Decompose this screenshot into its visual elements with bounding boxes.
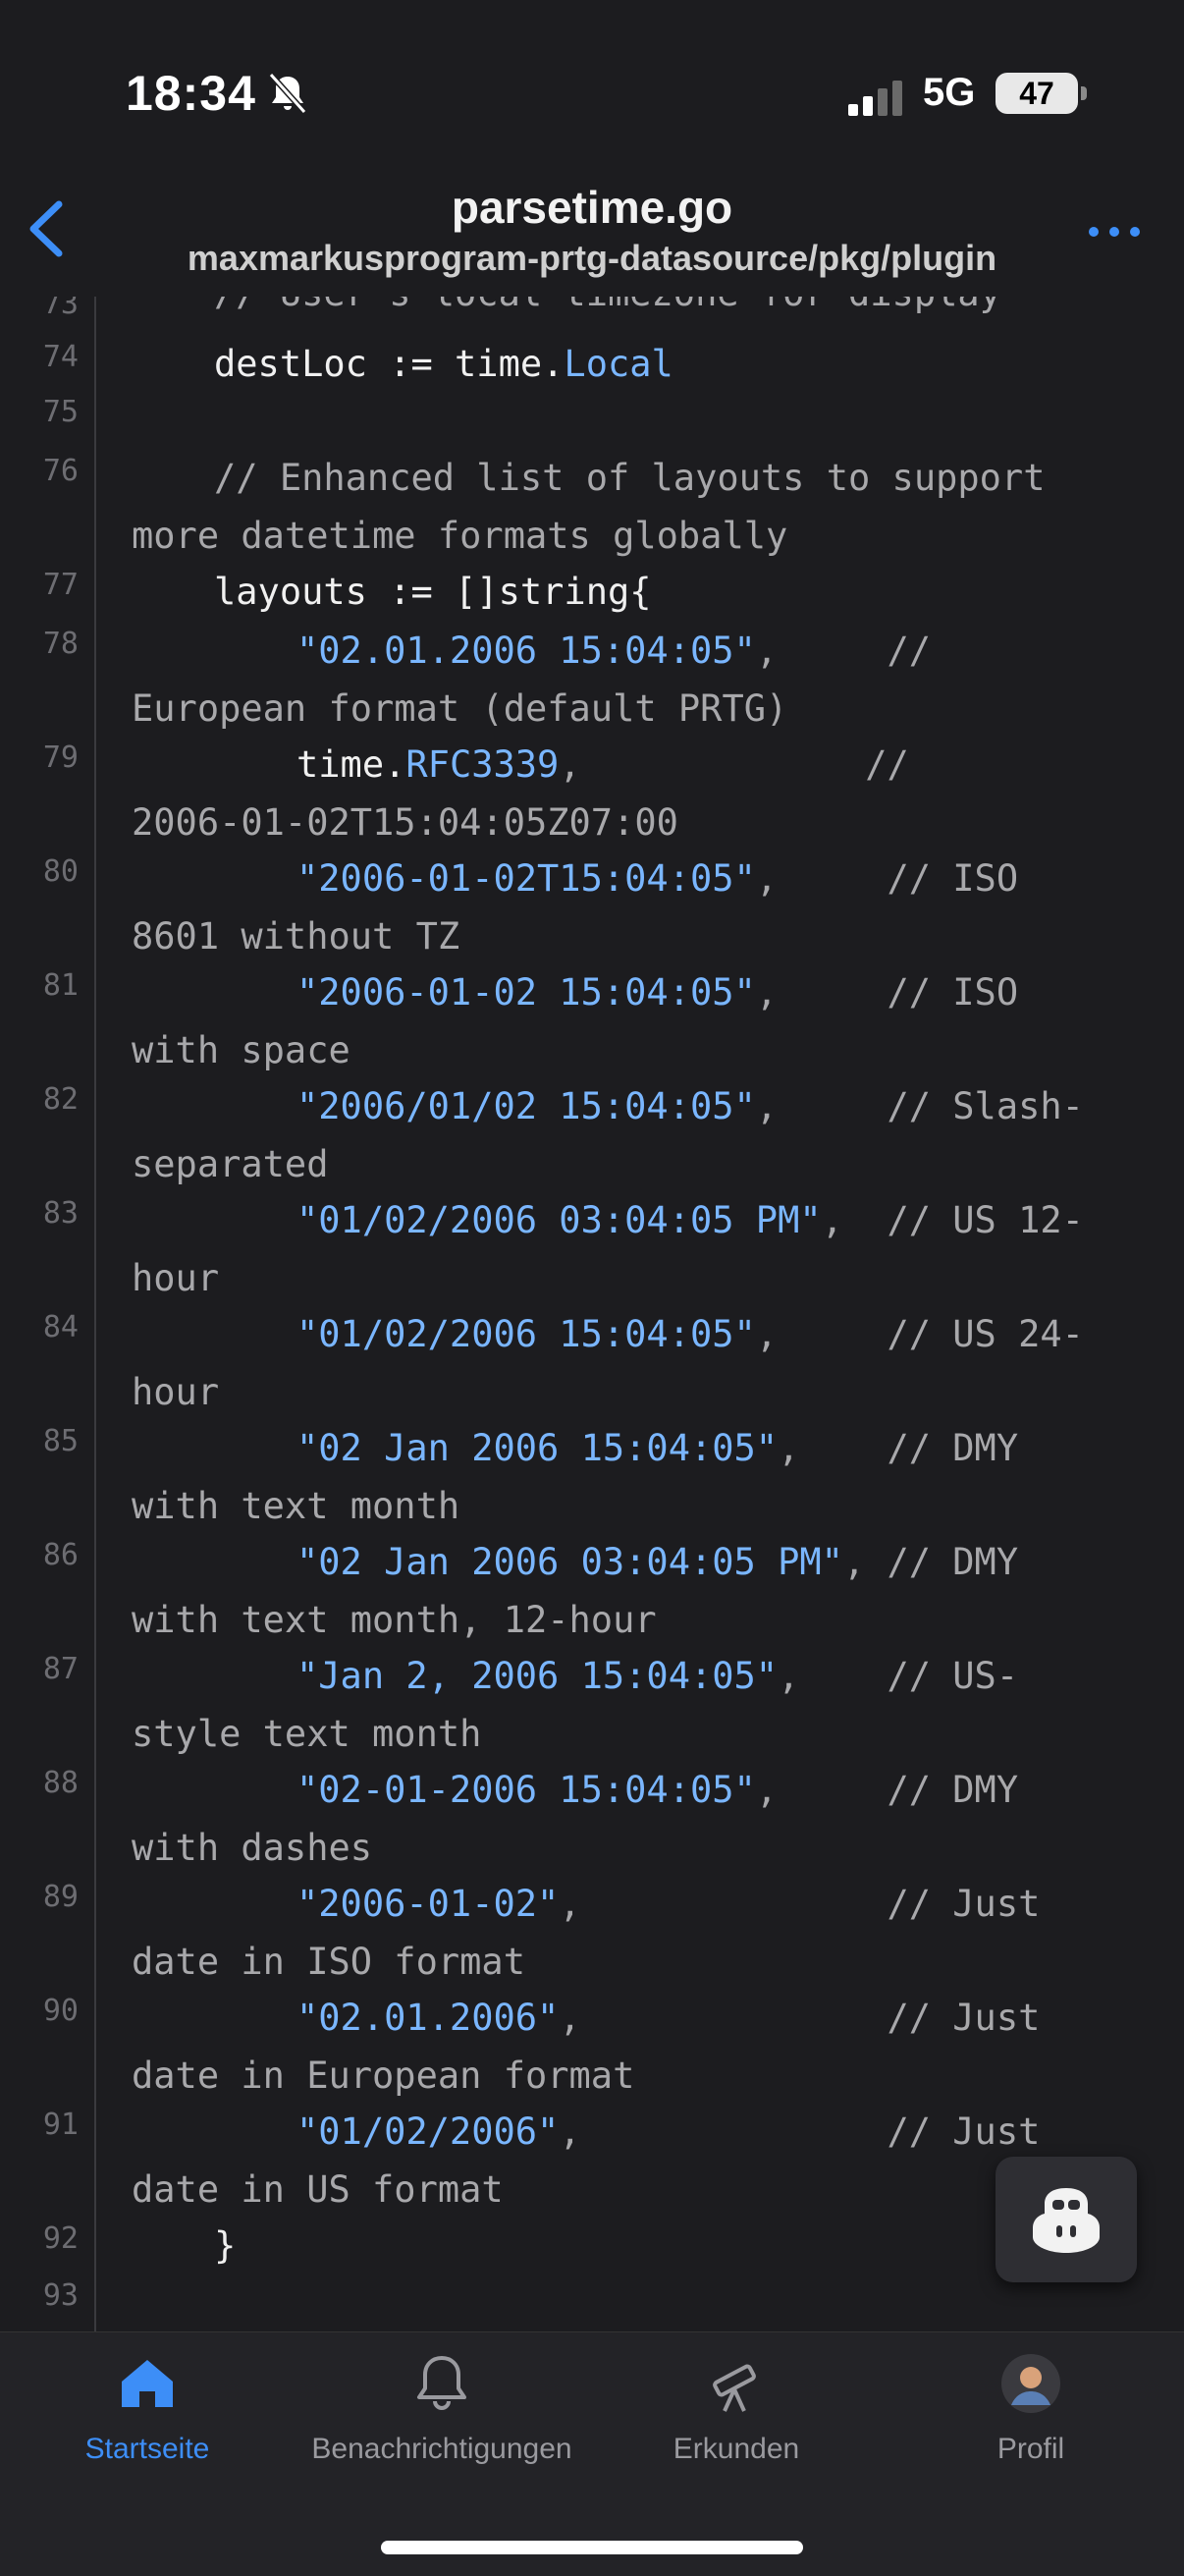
copilot-icon — [1033, 2188, 1100, 2253]
silent-bell-icon — [268, 72, 307, 115]
line-number: 81 — [42, 968, 79, 1003]
line-number: 91 — [42, 2108, 79, 2142]
code-line: "01/02/2006", // Just — [296, 2110, 1041, 2153]
line-number: 87 — [42, 1652, 79, 1686]
code-comment: // User's local timezone for display — [214, 297, 1184, 322]
line-number: 88 — [42, 1766, 79, 1800]
line-number: 89 — [42, 1880, 79, 1914]
line-number: 76 — [42, 454, 79, 488]
code-line: "02 Jan 2006 15:04:05", // DMY — [296, 1427, 1019, 1469]
line-number: 85 — [42, 1424, 79, 1458]
file-path: maxmarkusprogram-prtg-datasource/pkg/plu… — [187, 238, 997, 278]
code-line: "Jan 2, 2006 15:04:05", // US- — [296, 1655, 1019, 1697]
line-number: 82 — [42, 1082, 79, 1117]
home-indicator — [381, 2541, 803, 2554]
file-header: parsetime.go maxmarkusprogram-prtg-datas… — [0, 157, 1184, 298]
code-wrap: date in ISO format — [132, 1941, 525, 1983]
code-wrap: with text month, 12-hour — [132, 1599, 657, 1641]
tab-explore[interactable]: Erkunden — [589, 2352, 884, 2466]
code-line: "2006-01-02T15:04:05", // ISO — [296, 857, 1019, 900]
status-bar: 18:34 5G 47 — [0, 0, 1184, 157]
code-wrap: hour — [132, 1257, 220, 1299]
avatar-icon — [1001, 2354, 1060, 2413]
line-number: 86 — [42, 1538, 79, 1572]
home-icon — [122, 2360, 173, 2407]
code-wrap: with space — [132, 1029, 350, 1071]
tab-profile[interactable]: Profil — [884, 2352, 1178, 2466]
code-line: time.RFC3339, // — [296, 743, 909, 786]
code-wrap: 8601 without TZ — [132, 915, 460, 958]
copilot-button[interactable] — [996, 2157, 1137, 2282]
code-wrap: separated — [132, 1143, 329, 1185]
line-number: 75 — [42, 395, 79, 429]
line-number: 92 — [42, 2221, 79, 2256]
line-number: 78 — [42, 627, 79, 661]
code-wrap: style text month — [132, 1713, 482, 1755]
code-line: "01/02/2006 15:04:05", // US 24- — [296, 1313, 1084, 1355]
battery-cap — [1081, 86, 1087, 100]
telescope-icon — [713, 2364, 756, 2412]
battery-icon: 47 — [996, 73, 1078, 114]
code-line: "02.01.2006", // Just — [296, 1997, 1041, 2039]
code-wrap: date in European format — [132, 2055, 635, 2097]
code-line: "2006/01/02 15:04:05", // Slash- — [296, 1085, 1084, 1127]
status-time: 18:34 — [126, 66, 256, 121]
network-type: 5G — [923, 71, 976, 114]
code-wrap: with dashes — [132, 1827, 373, 1869]
line-number: 93 — [42, 2278, 79, 2313]
code-line: "02-01-2006 15:04:05", // DMY — [296, 1769, 1019, 1811]
code-line: "2006-01-02 15:04:05", // ISO — [296, 971, 1019, 1014]
bell-icon — [417, 2356, 466, 2410]
tab-label: Erkunden — [673, 2433, 800, 2465]
page-title: parsetime.go — [451, 182, 733, 233]
tab-home[interactable]: Startseite — [0, 2352, 295, 2466]
line-number: 80 — [42, 854, 79, 889]
code-line: "01/02/2006 03:04:05 PM", // US 12- — [296, 1199, 1084, 1241]
code-viewer[interactable]: 73 // User's local timezone for display … — [0, 297, 1184, 2331]
code-line: destLoc := time.Local — [214, 343, 673, 385]
code-line: "02.01.2006 15:04:05", // — [296, 630, 932, 672]
tab-label: Benachrichtigungen — [311, 2433, 572, 2465]
line-number: 73 — [42, 297, 79, 321]
line-number: 90 — [42, 1994, 79, 2028]
tab-label: Startseite — [84, 2433, 210, 2465]
line-number: 84 — [42, 1310, 79, 1344]
line-number: 77 — [42, 568, 79, 602]
code-wrap: date in US format — [132, 2168, 504, 2211]
line-number: 79 — [42, 740, 79, 775]
code-wrap: European format (default PRTG) — [132, 687, 788, 730]
code-line: "2006-01-02", // Just — [296, 1883, 1041, 1925]
code-wrap: with text month — [132, 1485, 460, 1527]
code-comment: // Enhanced list of layouts to support — [214, 457, 1046, 499]
code-line: "02 Jan 2006 03:04:05 PM", // DMY — [296, 1541, 1019, 1583]
code-wrap: hour — [132, 1371, 220, 1413]
tab-bar: Startseite Benachrichtigungen Erkunden P… — [0, 2331, 1184, 2576]
code-wrap: more datetime formats globally — [132, 515, 788, 557]
line-number: 74 — [42, 340, 79, 374]
cellular-signal-icon — [848, 81, 902, 116]
more-options-icon[interactable] — [1080, 212, 1149, 251]
tab-notifications[interactable]: Benachrichtigungen — [295, 2352, 589, 2466]
gutter-divider — [94, 297, 96, 2331]
line-number: 83 — [42, 1196, 79, 1231]
tab-label: Profil — [996, 2433, 1065, 2465]
code-wrap: 2006-01-02T15:04:05Z07:00 — [132, 801, 678, 844]
code-line: layouts := []string{ — [214, 571, 652, 613]
